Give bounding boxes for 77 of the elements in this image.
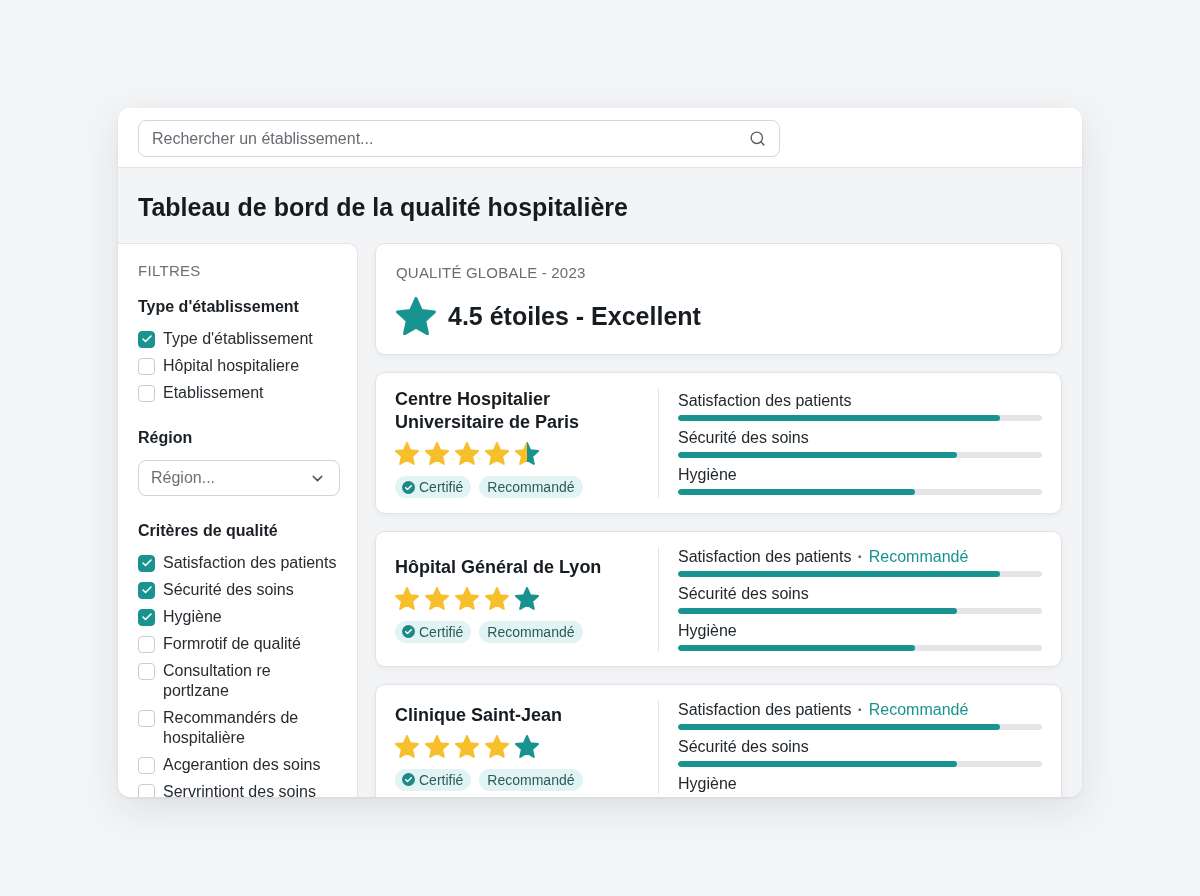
check-circle-icon [402, 773, 415, 787]
star-icon [396, 297, 436, 336]
metric-note: Recommandé [868, 700, 969, 721]
metric-label: Sécurité des soins [678, 584, 809, 605]
star-icon [455, 734, 479, 758]
checkmark-icon [140, 557, 153, 569]
filter-group-title: Région [138, 428, 194, 448]
filter-group-title: Type d'établissement [138, 297, 300, 317]
star-icon [425, 586, 449, 610]
metric-label: Sécurité des soins [678, 428, 809, 449]
checkbox[interactable] [138, 662, 155, 680]
star-icon [395, 734, 419, 758]
checkbox[interactable] [138, 608, 155, 626]
checkmark-icon [140, 584, 153, 596]
region-select[interactable]: Région... [138, 460, 340, 496]
star-icon [455, 586, 479, 610]
checkbox-label: Acgerantion des soins [163, 755, 321, 775]
checkbox[interactable] [138, 554, 155, 572]
star-icon [485, 586, 509, 610]
star-icon [395, 586, 419, 610]
checkbox-label: Satisfaction des patients [163, 553, 337, 573]
overall-rating: 4.5 étoiles - Excellent [448, 301, 701, 332]
metric-note: Recommandé [868, 547, 969, 568]
checkbox-label: Servrintiont des soins [163, 782, 316, 797]
checkbox-label: Formrotif de qualité [163, 634, 301, 654]
separator-dot: · [857, 547, 863, 568]
hospital-name: Clinique Saint-Jean [395, 703, 563, 727]
metric-label: Satisfaction des patients [678, 547, 852, 568]
star-icon [455, 442, 479, 466]
checkbox[interactable] [138, 384, 155, 402]
certified-badge: Certifié [395, 476, 472, 499]
star-icon [515, 586, 539, 610]
search-icon [749, 130, 766, 147]
certified-badge: Certifié [395, 620, 472, 643]
page-title: Tableau de bord de la qualité hospitalière [137, 192, 629, 223]
star-icon [425, 734, 449, 758]
tag-badge: Recommandé [479, 620, 583, 643]
checkbox[interactable] [138, 330, 155, 348]
overall-quality-label: QUALITÉ GLOBALE - 2023 [396, 263, 587, 283]
separator-dot: · [857, 700, 863, 721]
checkbox-label: Hygiène [163, 607, 222, 627]
star-icon [515, 734, 539, 758]
metric-label: Satisfaction des patients [678, 700, 852, 721]
checkbox[interactable] [138, 783, 155, 797]
check-circle-icon [402, 625, 415, 639]
star-icon [515, 442, 539, 466]
checkbox-label: Recommandérs de hospitalière [163, 708, 300, 748]
metric-label: Hygiène [678, 465, 737, 486]
tag-badge: Recommandé [479, 476, 583, 499]
checkbox[interactable] [138, 357, 155, 375]
star-icon [425, 442, 449, 466]
metric-label: Hygiène [678, 774, 737, 795]
filters-heading: FILTRES [138, 261, 202, 281]
metric-label: Hygiène [678, 621, 737, 642]
search-field[interactable]: Rechercher un établissement... [138, 120, 780, 157]
tag-badge: Recommandé [479, 768, 583, 791]
checkbox-label: Etablissement [163, 383, 264, 403]
checkmark-icon [140, 611, 153, 623]
checkmark-icon [140, 333, 153, 345]
checkbox[interactable] [138, 709, 155, 727]
filter-group-title: Critères de qualité [138, 521, 279, 541]
metric-label: Sécurité des soins [678, 737, 809, 758]
check-circle-icon [402, 480, 415, 494]
star-icon [485, 442, 509, 466]
hospital-name: Hôpital Général de Lyon [395, 555, 602, 579]
hospital-name: Centre Hospitalier Universitaire de Paris [395, 388, 581, 435]
checkbox[interactable] [138, 756, 155, 774]
checkbox-label: Consultation re portlzane [163, 661, 272, 701]
checkbox-label: Hôpital hospitaliere [163, 356, 300, 376]
checkbox-label: Type d'établissement [163, 329, 313, 349]
star-icon [485, 734, 509, 758]
metric-label: Satisfaction des patients [678, 391, 852, 412]
checkbox[interactable] [138, 581, 155, 599]
star-icon [395, 442, 419, 466]
checkbox[interactable] [138, 635, 155, 653]
certified-badge: Certifié [395, 768, 472, 791]
checkbox-label: Sécurité des soins [163, 580, 294, 600]
